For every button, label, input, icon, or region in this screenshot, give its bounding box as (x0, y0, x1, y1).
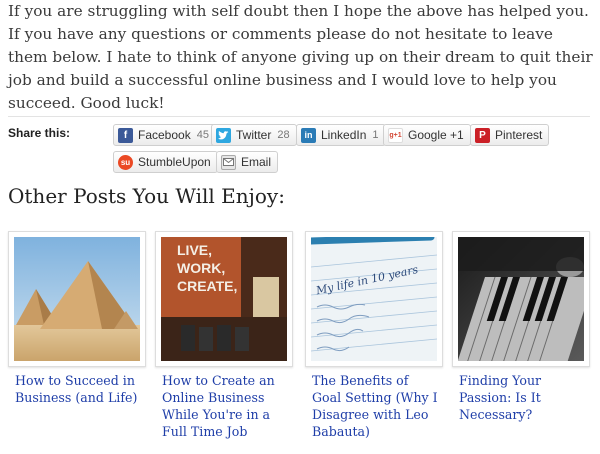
related-post-card: LIVE, WORK, CREATE, How to Create an Onl… (155, 231, 293, 440)
live-work-create-photo: LIVE, WORK, CREATE, (161, 237, 287, 361)
share-button-label: Pinterest (495, 128, 543, 142)
share-label: Share this: (8, 126, 71, 140)
divider (8, 116, 590, 117)
related-post-link[interactable]: How to Create an Online Business While Y… (155, 372, 293, 440)
linkedin-icon: in (301, 127, 316, 143)
related-post-card: Finding Your Passion: Is It Necessary? (452, 231, 590, 423)
related-post-card: My life in 10 years The Benefits of Goal… (305, 231, 443, 440)
share-button-label: Email (241, 155, 272, 169)
share-email-button[interactable]: Email (216, 151, 279, 173)
share-button-label: Twitter (236, 128, 272, 142)
related-post-link[interactable]: The Benefits of Goal Setting (Why I Disa… (305, 372, 443, 440)
related-post-link[interactable]: How to Succeed in Business (and Life) (8, 372, 146, 406)
image-text: CREATE, (177, 278, 237, 294)
related-post-card: How to Succeed in Business (and Life) (8, 231, 146, 406)
share-count: 1 (372, 129, 379, 141)
share-count: 28 (277, 129, 290, 141)
twitter-icon (216, 127, 231, 143)
share-pinterest-button[interactable]: P Pinterest (470, 124, 550, 146)
pinterest-icon: P (475, 127, 490, 143)
image-text: WORK, (177, 260, 225, 276)
share-button-label: Facebook (138, 128, 191, 142)
share-button-label: LinkedIn (321, 128, 367, 142)
post-thumbnail[interactable] (452, 231, 590, 367)
share-linkedin-button[interactable]: in LinkedIn 1 (296, 124, 386, 146)
piano-photo (458, 237, 584, 361)
share-twitter-button[interactable]: Twitter 28 (211, 124, 297, 146)
share-facebook-button[interactable]: f Facebook 45 (113, 124, 216, 146)
share-button-label: StumbleUpon (138, 155, 211, 169)
share-stumbleupon-button[interactable]: su StumbleUpon (113, 151, 218, 173)
article-closing-paragraph: If you are struggling with self doubt th… (8, 2, 593, 112)
facebook-icon: f (118, 127, 133, 143)
post-thumbnail[interactable] (8, 231, 146, 367)
google-plus-icon: g+1 (388, 127, 403, 143)
stumbleupon-icon: su (118, 154, 133, 170)
notebook-photo: My life in 10 years (311, 237, 437, 361)
post-thumbnail[interactable]: LIVE, WORK, CREATE, (155, 231, 293, 367)
share-count: 45 (196, 129, 209, 141)
related-posts-heading: Other Posts You Will Enjoy: (8, 184, 285, 208)
share-google-plus-button[interactable]: g+1 Google +1 (383, 124, 471, 146)
post-thumbnail[interactable]: My life in 10 years (305, 231, 443, 367)
email-icon (221, 154, 236, 170)
image-text: LIVE, (177, 242, 212, 258)
related-post-link[interactable]: Finding Your Passion: Is It Necessary? (452, 372, 590, 423)
share-button-label: Google +1 (408, 128, 464, 142)
pyramids-photo (14, 237, 140, 361)
